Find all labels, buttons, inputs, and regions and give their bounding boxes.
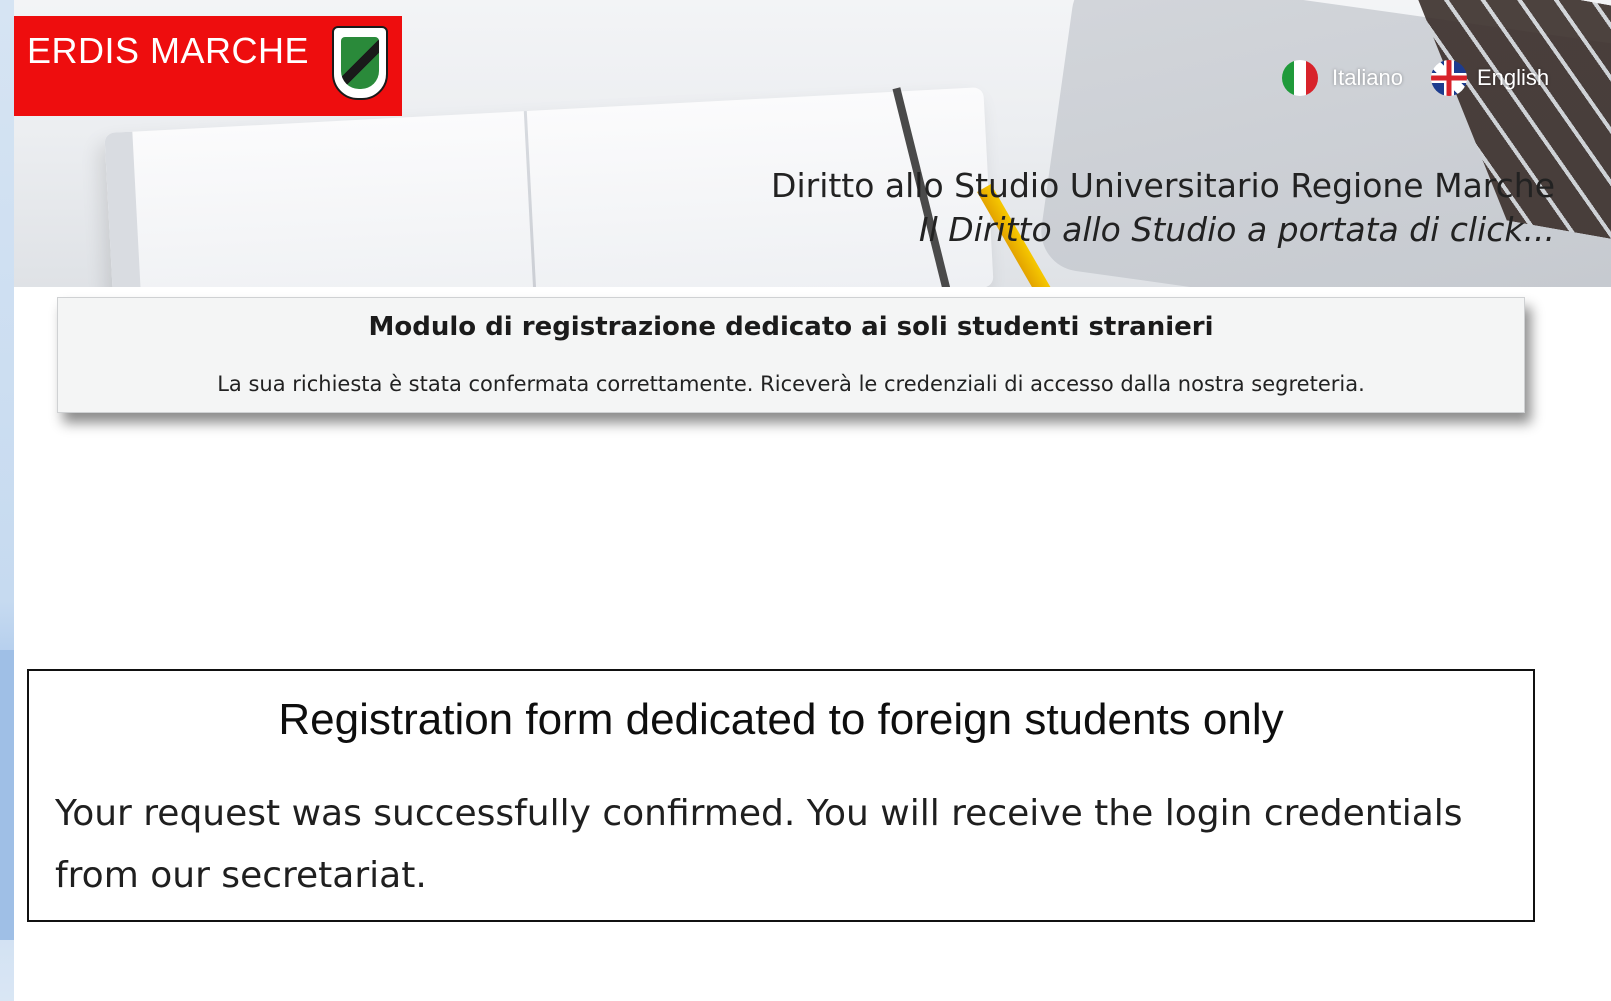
language-italiano-link[interactable]: Italiano: [1282, 58, 1403, 98]
english-message: Your request was successfully confirmed.…: [55, 793, 1463, 896]
left-decoration-strip: [0, 0, 14, 1001]
italian-panel-title: Modulo di registrazione dedicato ai soli…: [368, 312, 1214, 342]
left-decoration-bar: [0, 650, 14, 940]
italian-panel-message: La sua richiesta è stata confermata corr…: [217, 372, 1365, 396]
english-translation-box: Registration form dedicated to foreign s…: [27, 669, 1535, 922]
language-italiano-label: Italiano: [1332, 65, 1403, 90]
english-title: Registration form dedicated to foreign s…: [278, 695, 1284, 744]
logo-text: ERDIS MARCHE: [27, 30, 310, 71]
italian-confirmation-panel: Modulo di registrazione dedicato ai soli…: [57, 297, 1525, 413]
language-english-link[interactable]: English: [1431, 58, 1549, 98]
site-subtagline: Il Diritto allo Studio a portata di clic…: [918, 210, 1555, 249]
site-tagline: Diritto allo Studio Universitario Region…: [771, 166, 1555, 205]
uk-flag-icon: [1431, 60, 1467, 96]
erdis-logo[interactable]: ERDIS MARCHE: [14, 16, 402, 116]
italy-flag-icon: [1282, 60, 1318, 96]
language-english-label: English: [1477, 65, 1550, 90]
regional-shield-icon: [332, 26, 388, 100]
